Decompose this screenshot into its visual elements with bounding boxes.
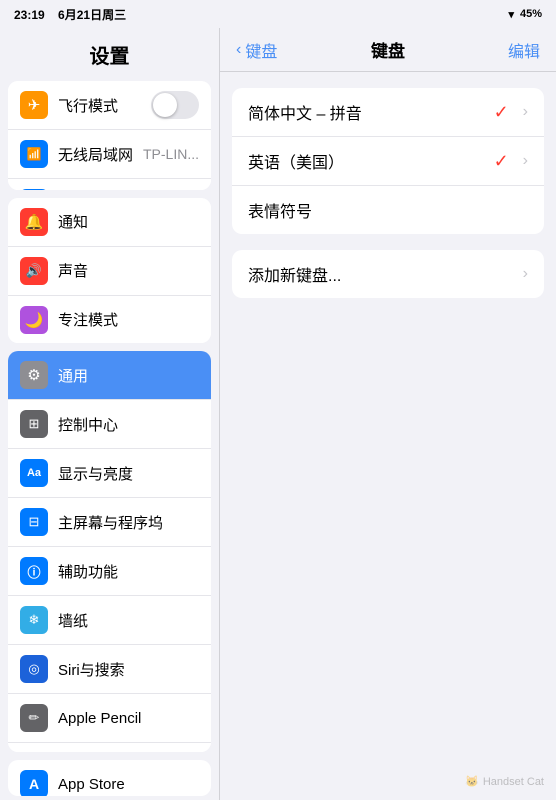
sidebar-item-homescreen[interactable]: ⊟ 主屏幕与程序坞 — [8, 498, 211, 547]
status-icons: ▾ 45% — [508, 8, 542, 21]
airplane-icon: ✈ — [20, 91, 48, 119]
chevron-icon: › — [523, 103, 528, 121]
watermark-icon: 🐱 — [465, 775, 479, 788]
english-us-label: 英语（美国） — [248, 149, 494, 173]
battery-icon: 45% — [520, 8, 542, 20]
add-keyboard-label: 添加新键盘... — [248, 262, 515, 286]
sidebar-item-wifi-label: 无线局域网 — [58, 144, 133, 165]
sidebar-section-4: A App Store — [8, 760, 211, 796]
sidebar-item-notification-label: 通知 — [58, 211, 88, 232]
sidebar: 设置 ✈ 飞行模式 📶 无线局域网 TP-LIN... B 蓝牙 打开 — [0, 28, 220, 800]
chevron-icon-3: › — [523, 265, 528, 283]
homescreen-icon: ⊟ — [20, 508, 48, 536]
sidebar-item-general[interactable]: ⚙ 通用 — [8, 351, 211, 400]
watermark-text: Handset Cat — [483, 776, 544, 788]
sidebar-item-homescreen-label: 主屏幕与程序坞 — [58, 512, 163, 533]
sidebar-item-accessibility[interactable]: ⓘ 辅助功能 — [8, 547, 211, 596]
sidebar-item-airplane-label: 飞行模式 — [58, 95, 118, 116]
simplified-chinese-label: 简体中文 – 拼音 — [248, 100, 494, 124]
nav-title: 键盘 — [371, 42, 405, 61]
check-annotation: ✓ — [494, 102, 509, 123]
sidebar-item-focus-label: 专注模式 — [58, 309, 118, 330]
wallpaper-icon: ❄ — [20, 606, 48, 634]
sidebar-item-wallpaper-label: 墙纸 — [58, 610, 88, 631]
sidebar-item-display[interactable]: Aa 显示与亮度 — [8, 449, 211, 498]
sidebar-item-pencil-label: Apple Pencil — [58, 710, 141, 727]
sidebar-item-airplane[interactable]: ✈ 飞行模式 — [8, 81, 211, 130]
sidebar-item-sound-label: 声音 — [58, 260, 88, 281]
general-icon: ⚙ — [20, 361, 48, 389]
check-annotation-2: ✓ — [494, 151, 509, 172]
sidebar-title: 设置 — [0, 28, 219, 77]
pencil-icon: ✏ — [20, 704, 48, 732]
right-panel: ‹ 键盘 键盘 编辑 简体中文 – 拼音 ✓ › 英语（美国） ✓ — [220, 28, 556, 800]
wifi-value: TP-LIN... — [143, 146, 199, 162]
sidebar-item-appstore[interactable]: A App Store — [8, 760, 211, 796]
focus-icon: 🌙 — [20, 306, 48, 334]
add-keyboard-section: 添加新键盘... › — [232, 250, 544, 298]
watermark: 🐱 Handset Cat — [465, 775, 544, 788]
appstore-icon: A — [20, 770, 48, 796]
sidebar-item-appstore-label: App Store — [58, 776, 125, 793]
sound-icon: 🔊 — [20, 257, 48, 285]
sidebar-item-pencil[interactable]: ✏ Apple Pencil — [8, 694, 211, 743]
sidebar-section-1: ✈ 飞行模式 📶 无线局域网 TP-LIN... B 蓝牙 打开 — [8, 81, 211, 190]
sidebar-item-wifi[interactable]: 📶 无线局域网 TP-LIN... — [8, 130, 211, 179]
sidebar-item-controlcenter-label: 控制中心 — [58, 414, 118, 435]
nav-bar: ‹ 键盘 键盘 编辑 — [220, 28, 556, 72]
sidebar-item-sound[interactable]: 🔊 声音 — [8, 247, 211, 296]
status-time: 23:19 6月21日周三 — [14, 6, 126, 23]
keyboard-list-item-simplified[interactable]: 简体中文 – 拼音 ✓ › — [232, 88, 544, 137]
controlcenter-icon: ⊞ — [20, 410, 48, 438]
sidebar-item-general-label: 通用 — [58, 365, 88, 386]
keyboard-list-section: 简体中文 – 拼音 ✓ › 英语（美国） ✓ › 表情符号 — [232, 88, 544, 234]
bluetooth-icon: B — [20, 189, 48, 190]
sidebar-item-bluetooth[interactable]: B 蓝牙 打开 — [8, 179, 211, 190]
keyboard-list-item-emoji[interactable]: 表情符号 — [232, 186, 544, 234]
airplane-toggle[interactable] — [151, 91, 199, 119]
sidebar-item-wallpaper[interactable]: ❄ 墙纸 — [8, 596, 211, 645]
sidebar-item-accessibility-label: 辅助功能 — [58, 561, 118, 582]
siri-icon: ◎ — [20, 655, 48, 683]
chevron-left-icon: ‹ — [236, 41, 241, 59]
sidebar-item-controlcenter[interactable]: ⊞ 控制中心 — [8, 400, 211, 449]
sidebar-item-display-label: 显示与亮度 — [58, 463, 133, 484]
emoji-label: 表情符号 — [248, 198, 528, 222]
sidebar-section-2: 🔔 通知 🔊 声音 🌙 专注模式 📊 屏幕使用时间 — [8, 198, 211, 343]
status-bar: 23:19 6月21日周三 ▾ 45% — [0, 0, 556, 28]
toggle-knob — [153, 93, 177, 117]
keyboard-list-item-english[interactable]: 英语（美国） ✓ › — [232, 137, 544, 186]
right-content: 简体中文 – 拼音 ✓ › 英语（美国） ✓ › 表情符号 添加新键盘... — [220, 72, 556, 800]
add-keyboard-item[interactable]: 添加新键盘... › — [232, 250, 544, 298]
nav-back-label: 键盘 — [245, 38, 277, 62]
display-icon: Aa — [20, 459, 48, 487]
notification-icon: 🔔 — [20, 208, 48, 236]
sidebar-item-siri[interactable]: ◎ Siri与搜索 — [8, 645, 211, 694]
accessibility-icon: ⓘ — [20, 557, 48, 585]
sidebar-item-siri-label: Siri与搜索 — [58, 659, 125, 680]
chevron-icon-2: › — [523, 152, 528, 170]
wifi-icon: 📶 — [20, 140, 48, 168]
main-layout: 设置 ✈ 飞行模式 📶 无线局域网 TP-LIN... B 蓝牙 打开 — [0, 28, 556, 800]
sidebar-item-notification[interactable]: 🔔 通知 — [8, 198, 211, 247]
nav-edit-button[interactable]: 编辑 — [508, 38, 540, 62]
sidebar-item-focus[interactable]: 🌙 专注模式 — [8, 296, 211, 343]
wifi-icon: ▾ — [508, 8, 514, 21]
sidebar-item-touchid[interactable]: 👆 触控ID与密码 — [8, 743, 211, 752]
nav-back-button[interactable]: ‹ 键盘 — [236, 38, 277, 62]
sidebar-section-3: ⚙ 通用 ⊞ 控制中心 Aa 显示与亮度 ⊟ 主屏幕与程序坞 ⓘ 辅助功能 ❄ … — [8, 351, 211, 752]
